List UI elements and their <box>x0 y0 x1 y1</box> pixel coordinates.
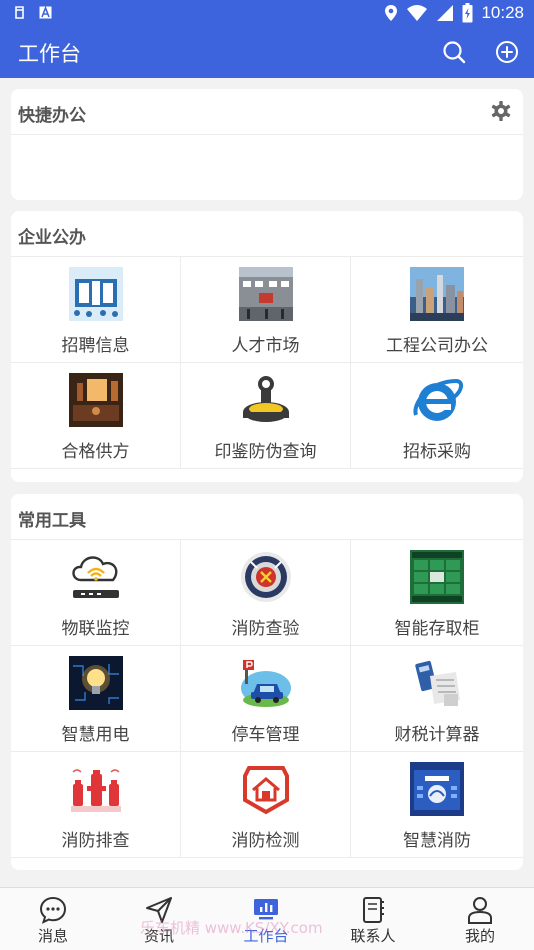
tab-profile[interactable]: 我的 <box>427 888 533 950</box>
tab-label: 工作台 <box>243 927 289 945</box>
tab-label: 消息 <box>37 927 68 945</box>
tab-workbench[interactable]: 工作台 <box>213 888 319 950</box>
profile-icon <box>468 897 492 924</box>
parking-car-icon <box>240 660 291 707</box>
grid-item-seal-query[interactable]: 印鉴防伪查询 <box>181 363 351 469</box>
notification-a-icon <box>39 6 52 19</box>
grid-item-label: 人才市场 <box>231 336 300 356</box>
grid-item-label: 智慧消防 <box>403 831 471 851</box>
enterprise-title: 企业公办 <box>18 228 86 248</box>
contacts-icon <box>363 897 384 923</box>
tools-grid: 物联监控 消防查验 智能存取柜 智慧用电 停车管理 财税计算器 消防排查 消防检… <box>11 540 523 858</box>
grid-item-label: 招标采购 <box>403 442 471 462</box>
enterprise-header: 企业公办 <box>11 211 523 257</box>
smart-locker-icon <box>410 550 464 604</box>
recruitment-icon <box>68 267 123 321</box>
quick-office-title: 快捷办公 <box>18 106 86 126</box>
tab-messages[interactable]: 消息 <box>0 888 106 950</box>
tax-calculator-icon <box>415 660 460 706</box>
grid-item-fire-check[interactable]: 消防排查 <box>11 752 181 858</box>
signal-icon <box>437 5 454 21</box>
bottom-tab-bar: 消息 资讯 工作台 联系人 我的 <box>0 887 534 950</box>
grid-item-label: 消防检测 <box>231 831 300 851</box>
status-time: 10:28 <box>481 3 524 22</box>
tab-label: 资讯 <box>143 927 174 945</box>
smart-fire-screen-icon <box>410 762 464 816</box>
message-icon <box>39 896 67 924</box>
tab-news[interactable]: 资讯 <box>106 888 212 950</box>
quick-office-header: 快捷办公 <box>11 89 523 135</box>
fire-badge-icon <box>240 552 291 602</box>
engineering-office-icon <box>410 267 464 321</box>
enterprise-card: 企业公办 招聘信息 人才市场 工程公司办公 合格供方 印鉴防伪查询 招标采购 <box>11 211 523 482</box>
grid-item-iot-monitor[interactable]: 物联监控 <box>11 540 181 646</box>
tools-card: 常用工具 物联监控 消防查验 智能存取柜 智慧用电 停车管理 财税计算器 消防排… <box>11 494 523 870</box>
seal-stamp-icon <box>242 376 289 422</box>
talent-market-icon <box>238 267 293 321</box>
grid-item-tax-calculator[interactable]: 财税计算器 <box>351 646 523 752</box>
grid-item-label: 消防排查 <box>61 831 130 851</box>
grid-item-smart-locker[interactable]: 智能存取柜 <box>351 540 523 646</box>
grid-item-talent-market[interactable]: 人才市场 <box>181 257 351 363</box>
grid-item-label: 智能存取柜 <box>394 619 480 639</box>
grid-item-smart-fire[interactable]: 智慧消防 <box>351 752 523 858</box>
tools-header: 常用工具 <box>11 494 523 540</box>
fire-detection-icon <box>242 766 289 815</box>
ie-browser-icon <box>413 378 463 421</box>
search-icon[interactable] <box>441 39 467 65</box>
wifi-icon <box>407 5 428 21</box>
iot-cloud-router-icon <box>71 556 119 598</box>
grid-item-label: 物联监控 <box>61 619 130 639</box>
tab-contacts[interactable]: 联系人 <box>320 888 426 950</box>
grid-item-qualified-supplier[interactable]: 合格供方 <box>11 363 181 469</box>
sd-card-icon <box>15 6 24 19</box>
location-icon <box>385 5 398 21</box>
status-bar: 10:28 <box>0 0 534 28</box>
grid-item-label: 财税计算器 <box>394 725 480 745</box>
send-icon <box>146 897 172 923</box>
grid-item-fire-detection[interactable]: 消防检测 <box>181 752 351 858</box>
grid-item-label: 印鉴防伪查询 <box>214 442 317 462</box>
grid-item-bid-purchase[interactable]: 招标采购 <box>351 363 523 469</box>
grid-item-recruitment[interactable]: 招聘信息 <box>11 257 181 363</box>
tools-title: 常用工具 <box>18 511 86 531</box>
dashboard-icon <box>254 899 278 920</box>
quick-office-card: 快捷办公 <box>11 89 523 200</box>
add-circle-icon[interactable] <box>494 39 520 65</box>
qualified-supplier-icon <box>68 373 123 427</box>
grid-item-fire-inspection[interactable]: 消防查验 <box>181 540 351 646</box>
lightbulb-icon <box>68 656 123 710</box>
grid-item-parking[interactable]: 停车管理 <box>181 646 351 752</box>
settings-icon[interactable] <box>490 100 512 122</box>
grid-item-label: 消防查验 <box>231 619 300 639</box>
battery-charging-icon <box>462 3 473 23</box>
grid-item-engineering-office[interactable]: 工程公司办公 <box>351 257 523 363</box>
grid-item-label: 智慧用电 <box>61 725 130 745</box>
grid-item-label: 招聘信息 <box>61 336 130 356</box>
grid-item-smart-electricity[interactable]: 智慧用电 <box>11 646 181 752</box>
tab-label: 联系人 <box>350 927 396 945</box>
grid-item-label: 停车管理 <box>231 725 300 745</box>
grid-item-label: 合格供方 <box>61 442 130 462</box>
grid-item-label: 工程公司办公 <box>386 336 488 356</box>
tab-label: 我的 <box>464 927 495 945</box>
enterprise-grid: 招聘信息 人才市场 工程公司办公 合格供方 印鉴防伪查询 招标采购 <box>11 257 523 469</box>
app-bar: 工作台 <box>0 28 534 78</box>
page-title: 工作台 <box>18 42 81 66</box>
fire-hydrant-icon <box>68 762 123 816</box>
